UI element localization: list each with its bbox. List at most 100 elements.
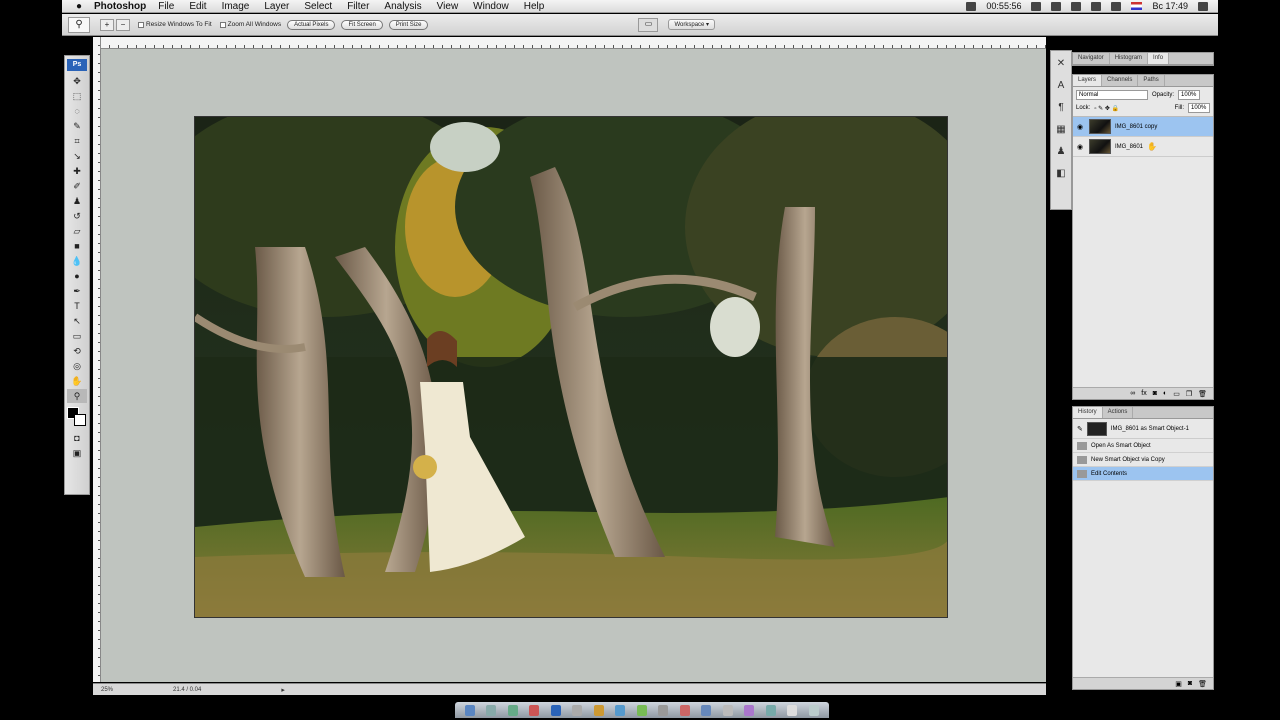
add-mask-icon[interactable]: ◙ [1153, 390, 1157, 397]
type-tool-icon[interactable]: T [67, 299, 87, 313]
quick-mask-icon[interactable]: ◘ [67, 431, 87, 445]
app-menu[interactable]: Photoshop [94, 1, 146, 12]
zoom-tool-preset-icon[interactable]: ⚲ [68, 16, 90, 33]
tools-icon[interactable]: ✕ [1053, 57, 1069, 71]
sync-icon[interactable] [1051, 1, 1062, 11]
safari-icon[interactable] [507, 704, 518, 716]
3d-rotate-tool-icon[interactable]: ⟲ [67, 344, 87, 358]
paragraph-icon[interactable]: ¶ [1053, 101, 1069, 115]
fit-screen-button[interactable]: Fit Screen [341, 19, 383, 30]
move-tool-icon[interactable]: ✥ [67, 74, 87, 88]
layer-row[interactable]: ◉ IMG_8601 ✋ [1073, 137, 1213, 157]
app-icon[interactable] [572, 704, 583, 716]
spotlight-icon[interactable] [1198, 1, 1208, 11]
zoom-level[interactable]: 25% [93, 687, 123, 693]
app-icon[interactable] [701, 704, 712, 716]
menu-edit[interactable]: Edit [189, 1, 206, 12]
healing-brush-tool-icon[interactable]: ✚ [67, 164, 87, 178]
resize-windows-checkbox[interactable]: Resize Windows To Fit [138, 21, 212, 28]
input-source-flag-icon[interactable] [1131, 2, 1143, 10]
battery-icon[interactable] [1111, 1, 1122, 11]
tab-navigator[interactable]: Navigator [1073, 53, 1110, 64]
link-layers-icon[interactable]: ∞ [1130, 390, 1135, 397]
app-icon[interactable] [722, 704, 733, 716]
finder-icon[interactable] [464, 704, 475, 716]
history-step[interactable]: New Smart Object via Copy [1073, 453, 1213, 467]
opacity-field[interactable]: 100% [1178, 90, 1201, 100]
clone-stamp-tool-icon[interactable]: ♟ [67, 194, 87, 208]
trash-icon[interactable] [809, 704, 819, 716]
menu-help[interactable]: Help [524, 1, 545, 12]
history-step[interactable]: Edit Contents [1073, 467, 1213, 481]
app-icon[interactable] [765, 704, 776, 716]
screen-mode-icon[interactable]: ▭ [638, 17, 659, 32]
fill-field[interactable]: 100% [1188, 103, 1210, 113]
background-color[interactable] [74, 414, 86, 426]
zoom-in-icon[interactable]: + [100, 18, 114, 31]
bluetooth-icon[interactable] [1031, 1, 1042, 11]
dodge-tool-icon[interactable]: ● [67, 269, 87, 283]
eraser-tool-icon[interactable]: ▱ [67, 224, 87, 238]
clone-source-icon[interactable]: ♟ [1053, 145, 1069, 159]
brushes-icon[interactable]: ▦ [1053, 123, 1069, 137]
menu-file[interactable]: File [158, 1, 174, 12]
new-document-from-state-icon[interactable]: ▣ [1175, 680, 1182, 688]
history-step[interactable]: Open As Smart Object [1073, 439, 1213, 453]
apple-icon[interactable]: ● [70, 1, 88, 12]
menu-filter[interactable]: Filter [347, 1, 369, 12]
screen-capture-icon[interactable] [966, 1, 977, 11]
app-icon[interactable] [615, 704, 626, 716]
app-icon[interactable] [744, 704, 755, 716]
zoom-out-icon[interactable]: − [116, 18, 130, 31]
zoom-tool-icon[interactable]: ⚲ [67, 389, 87, 403]
ruler-horizontal[interactable] [100, 37, 1046, 49]
volume-icon[interactable] [1091, 1, 1102, 11]
history-brush-tool-icon[interactable]: ↺ [67, 209, 87, 223]
menu-analysis[interactable]: Analysis [384, 1, 421, 12]
menu-window[interactable]: Window [473, 1, 509, 12]
print-size-button[interactable]: Print Size [388, 19, 429, 30]
tab-actions[interactable]: Actions [1103, 407, 1134, 418]
color-swatches[interactable] [67, 407, 87, 427]
path-selection-tool-icon[interactable]: ↖ [67, 314, 87, 328]
menu-layer[interactable]: Layer [264, 1, 289, 12]
brush-tool-icon[interactable]: ✐ [67, 179, 87, 193]
hand-tool-icon[interactable]: ✋ [67, 374, 87, 388]
visibility-eye-icon[interactable]: ◉ [1077, 143, 1085, 151]
screen-mode-tool-icon[interactable]: ▣ [67, 446, 87, 460]
status-menu-arrow-icon[interactable]: ▸ [281, 686, 285, 694]
menu-select[interactable]: Select [304, 1, 332, 12]
tab-channels[interactable]: Channels [1102, 75, 1139, 86]
delete-state-icon[interactable]: 🗑 [1198, 680, 1207, 688]
layer-row[interactable]: ◉ IMG_8601 copy [1073, 117, 1213, 137]
app-icon[interactable] [679, 704, 690, 716]
lasso-tool-icon[interactable]: ◌ [67, 104, 87, 118]
workspace-menu[interactable]: Workspace ▾ [668, 19, 716, 30]
lock-icons[interactable]: ▫ ✎ ✥ 🔒 [1094, 105, 1119, 112]
gradient-tool-icon[interactable]: ■ [67, 239, 87, 253]
new-group-icon[interactable]: ▭ [1173, 390, 1180, 398]
character-icon[interactable]: A [1053, 79, 1069, 93]
tab-paths[interactable]: Paths [1138, 75, 1165, 86]
ruler-vertical[interactable] [93, 37, 101, 682]
3d-orbit-tool-icon[interactable]: ◎ [67, 359, 87, 373]
blur-tool-icon[interactable]: 💧 [67, 254, 87, 268]
blend-mode-select[interactable]: Normal [1076, 90, 1148, 100]
document-image[interactable] [194, 116, 948, 618]
history-snapshot[interactable]: ✎ IMG_8601 as Smart Object-1 [1073, 419, 1213, 439]
document-canvas[interactable] [101, 49, 1046, 682]
eyedropper-tool-icon[interactable]: ↘ [67, 149, 87, 163]
tab-layers[interactable]: Layers [1073, 75, 1103, 86]
tab-histogram[interactable]: Histogram [1110, 53, 1149, 64]
wifi-icon[interactable] [1071, 1, 1082, 11]
adjustment-layer-icon[interactable]: ◐ [1163, 390, 1167, 397]
marquee-tool-icon[interactable]: ⬚ [67, 89, 87, 103]
photoshop-icon[interactable] [550, 704, 561, 716]
shape-tool-icon[interactable]: ▭ [67, 329, 87, 343]
delete-layer-icon[interactable]: 🗑 [1198, 390, 1207, 398]
menu-view[interactable]: View [437, 1, 459, 12]
documents-stack-icon[interactable] [787, 704, 798, 716]
layer-style-icon[interactable]: fx [1141, 390, 1146, 397]
new-layer-icon[interactable]: ❐ [1186, 390, 1192, 398]
clock[interactable]: Вс 17:49 [1152, 1, 1188, 11]
